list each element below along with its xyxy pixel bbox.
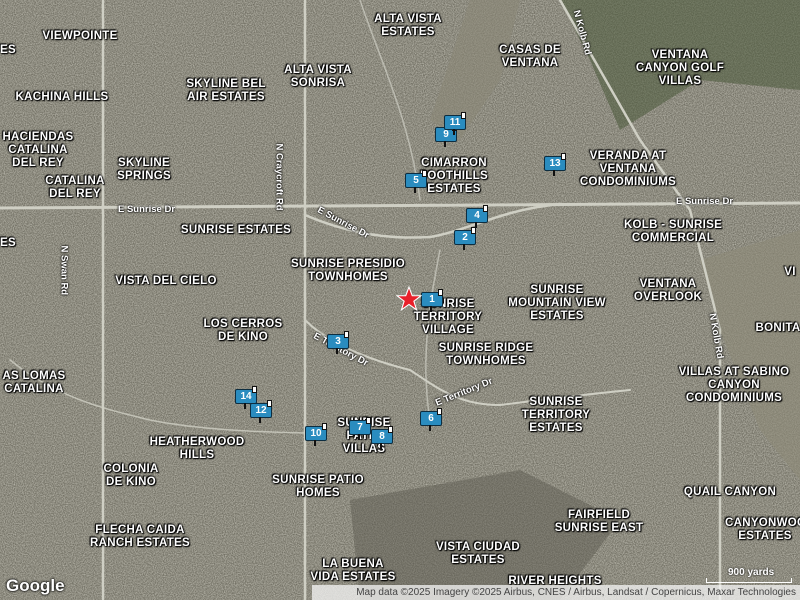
place-label: VILLAS AT SABINO CANYON CONDOMINIUMS (678, 366, 790, 404)
place-label: ALTA VISTA SONRISA (284, 64, 352, 89)
place-label: AS LOMAS CATALINA (2, 370, 66, 395)
scale-label[interactable]: 900 yards (728, 567, 774, 578)
place-label: KOLB - SUNRISE COMMERCIAL (623, 219, 723, 244)
place-label: CASAS DE VENTANA (499, 44, 561, 69)
location-marker-3[interactable]: 3 (325, 331, 351, 354)
location-marker-11[interactable]: 11 (442, 112, 468, 135)
location-marker-5[interactable]: 5 (403, 170, 429, 193)
location-marker-4[interactable]: 4 (464, 205, 490, 228)
location-marker-1[interactable]: 1 (419, 289, 445, 312)
google-logo: Google (6, 576, 65, 595)
place-label: VENTANA CANYON GOLF VILLAS (635, 49, 725, 87)
place-label: FLECHA CAIDA RANCH ESTATES (90, 524, 190, 549)
location-marker-14[interactable]: 14 (233, 386, 259, 409)
place-label: BONITA (755, 322, 800, 334)
location-marker-13[interactable]: 13 (542, 153, 568, 176)
place-label: ALTA VISTA ESTATES (374, 13, 442, 38)
map-attribution[interactable]: Map data ©2025 Imagery ©2025 Airbus, CNE… (312, 585, 800, 600)
place-label: VERANDA AT VENTANA CONDOMINIUMS (579, 150, 677, 188)
place-label: FAIRFIELD SUNRISE EAST (554, 509, 644, 534)
place-label: SUNRISE PRESIDIO TOWNHOMES (290, 258, 406, 283)
place-label: HEATHERWOOD HILLS (149, 436, 245, 461)
place-label: KACHINA HILLS (15, 91, 109, 103)
place-label: ES (0, 44, 16, 56)
place-label: SUNRISE PATIO HOMES (272, 474, 364, 499)
road-label: E Sunrise Dr (118, 204, 176, 215)
place-label: VIEWPOINTE (42, 30, 118, 42)
place-label: SKYLINE SPRINGS (117, 157, 171, 182)
place-label: CANYONWOOD ESTATES (725, 517, 800, 542)
location-marker-10[interactable]: 10 (303, 423, 329, 446)
place-label: SUNRISE RIDGE TOWNHOMES (438, 342, 534, 367)
place-label: HACIENDAS CATALINA DEL REY (2, 131, 74, 169)
scale-bar (706, 578, 792, 583)
road-label: N Swan Rd (58, 245, 70, 296)
place-label: SUNRISE MOUNTAIN VIEW ESTATES (508, 284, 606, 322)
place-label: COLONIA DE KINO (103, 463, 159, 488)
place-label: VENTANA OVERLOOK (633, 278, 703, 303)
place-label: LA BUENA VIDA ESTATES (310, 558, 396, 583)
location-marker-6[interactable]: 6 (418, 408, 444, 431)
satellite-map[interactable]: VIEWPOINTE KACHINA HILLS SKYLINE BEL AIR… (0, 0, 800, 600)
road-label: E Sunrise Dr (676, 196, 734, 207)
place-label: VISTA CIUDAD ESTATES (435, 541, 521, 566)
place-label: SKYLINE BEL AIR ESTATES (186, 78, 266, 103)
place-label: QUAIL CANYON (683, 486, 777, 498)
selected-location-star-icon[interactable] (396, 286, 422, 312)
place-label: VISTA DEL CIELO (115, 275, 217, 287)
place-label: ES (0, 237, 16, 249)
location-marker-8[interactable]: 8 (369, 426, 395, 449)
place-label: SUNRISE ESTATES (180, 224, 292, 236)
place-label: SUNRISE TERRITORY ESTATES (521, 396, 591, 434)
place-label: VI (784, 266, 796, 278)
place-label: LOS CERROS DE KINO (203, 318, 283, 343)
road-label: N Craycroft Rd (273, 143, 285, 211)
location-marker-2[interactable]: 2 (452, 227, 478, 250)
place-label: CATALINA DEL REY (45, 175, 105, 200)
